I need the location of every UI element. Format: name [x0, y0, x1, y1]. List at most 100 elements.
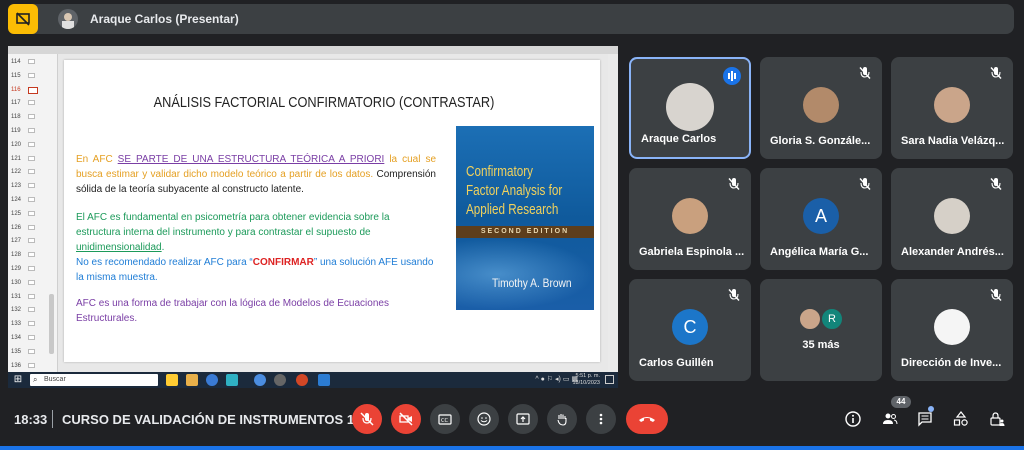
host-controls-button[interactable]	[986, 408, 1008, 430]
ppt-window-strip	[8, 46, 618, 54]
participant-avatar	[934, 198, 970, 234]
slide-number: 131	[11, 293, 22, 300]
raise-hand-button[interactable]	[547, 404, 577, 434]
search-placeholder: Buscar	[44, 376, 66, 383]
windows-clock[interactable]: 5:51 p. m. 18/10/2023	[572, 373, 600, 387]
mic-muted-icon	[989, 288, 1005, 304]
clock-date: 18/10/2023	[572, 380, 600, 386]
powerpoint-icon[interactable]	[296, 374, 308, 386]
book-title-line: Confirmatory	[466, 163, 533, 180]
slide-thumbnail-row[interactable]: 116	[8, 84, 58, 97]
slide-thumbnail-panel[interactable]: 114 115 116 117 118 119 120 121 122 123 124 125 126 1…	[8, 54, 58, 372]
reactions-button[interactable]	[469, 404, 499, 434]
mic-muted-icon	[989, 177, 1005, 193]
p1-text-highlight: SE PARTE DE UNA ESTRUCTURA TEÓRICA A PRI…	[117, 154, 385, 165]
participant-tile[interactable]: C Carlos Guillén	[629, 279, 751, 381]
slide-number: 119	[11, 128, 21, 134]
participant-name: Angélica María G...	[770, 246, 869, 258]
screen-bottom-edge	[0, 446, 1024, 450]
more-options-button[interactable]	[586, 404, 616, 434]
slide-thumbnail-row[interactable]: 130	[8, 277, 58, 290]
activities-button[interactable]	[950, 408, 972, 430]
slide-number: 136	[11, 362, 22, 369]
slide-thumbnail-row[interactable]: 125	[8, 208, 58, 221]
slide-thumbnail-row[interactable]: 126	[8, 222, 58, 235]
captions-icon: CC	[438, 414, 452, 425]
app-icon[interactable]	[274, 374, 286, 386]
mic-muted-icon	[858, 66, 874, 82]
meeting-info-button[interactable]	[842, 408, 864, 430]
participant-tile[interactable]: Gloria S. Gonzále...	[760, 57, 882, 159]
participant-tile[interactable]: A Angélica María G...	[760, 168, 882, 270]
chrome-icon[interactable]	[166, 374, 178, 386]
slide-thumbnail	[28, 307, 35, 313]
p3-text-a: No es recomendado realizar AFC para “	[76, 257, 253, 268]
slide-number: 132	[11, 307, 22, 314]
slide-thumbnail-row[interactable]: 127	[8, 235, 58, 248]
p2-text-underline: unidimensionalidad	[76, 242, 162, 253]
participant-avatar	[672, 198, 708, 234]
thumbnail-scrollbar[interactable]	[49, 294, 54, 354]
slide-thumbnail-row[interactable]: 115	[8, 70, 58, 83]
app-icon[interactable]	[206, 374, 218, 386]
present-button[interactable]	[508, 404, 538, 434]
app-icon[interactable]	[226, 374, 238, 386]
slide-thumbnail-row[interactable]: 118	[8, 111, 58, 124]
emoji-icon	[477, 412, 491, 426]
slide-scrollbar[interactable]	[608, 54, 618, 372]
notification-icon[interactable]	[605, 375, 614, 384]
app-icon[interactable]	[254, 374, 266, 386]
more-participants-label: 35 más	[802, 339, 840, 351]
slide-thumbnail-row[interactable]: 123	[8, 180, 58, 193]
slide-number: 115	[11, 72, 21, 79]
participant-tile[interactable]: Araque Carlos	[629, 57, 751, 159]
file-explorer-icon[interactable]	[186, 374, 198, 386]
participant-avatar	[666, 83, 714, 131]
speaking-indicator-icon	[723, 67, 741, 85]
chat-button[interactable]	[914, 408, 936, 430]
slide-thumbnail-row[interactable]: 119	[8, 125, 58, 138]
presenter-bar: Araque Carlos (Presentar)	[8, 4, 1014, 34]
slide-thumbnail	[28, 72, 35, 78]
camera-off-button[interactable]	[391, 404, 421, 434]
present-icon	[516, 413, 530, 425]
captions-button[interactable]: CC	[430, 404, 460, 434]
slide-thumbnail-row[interactable]: 117	[8, 97, 58, 110]
slide-thumbnail-row[interactable]: 122	[8, 166, 58, 179]
slide-number: 128	[11, 252, 22, 259]
slide-thumbnail-row[interactable]: 124	[8, 194, 58, 207]
slide-thumbnail	[28, 266, 35, 271]
slide-thumbnail	[28, 155, 35, 161]
participant-tile[interactable]: Alexander Andrés...	[891, 168, 1013, 270]
slide-thumbnail-row[interactable]: 128	[8, 249, 58, 262]
app-icon[interactable]	[318, 374, 330, 386]
slide-thumbnail	[28, 100, 35, 106]
participant-tile[interactable]: Dirección de Inve...	[891, 279, 1013, 381]
mic-off-button[interactable]	[352, 404, 382, 434]
participant-tile[interactable]: Gabriela Espinola ...	[629, 168, 751, 270]
people-button[interactable]	[879, 408, 901, 430]
windows-start-icon[interactable]: ⊞	[12, 374, 24, 386]
search-icon: ⌕	[33, 375, 38, 384]
stop-presenting-icon[interactable]	[8, 4, 38, 34]
presentation-slide: ANÁLISIS FACTORIAL CONFIRMATORIO (CONTRA…	[64, 60, 600, 362]
participant-tile[interactable]: R 35 más	[760, 279, 882, 381]
slide-thumbnail-row[interactable]: 114	[8, 56, 58, 69]
slide-thumbnail-row[interactable]: 136	[8, 360, 58, 373]
people-icon	[883, 413, 898, 425]
participant-tile[interactable]: Sara Nadia Velázq...	[891, 57, 1013, 159]
slide-thumbnail-row[interactable]: 120	[8, 139, 58, 152]
leave-call-button[interactable]	[626, 404, 668, 434]
participant-name: Gloria S. Gonzále...	[770, 135, 871, 147]
windows-search-input[interactable]: ⌕ Buscar	[30, 374, 158, 386]
overflow-avatar	[798, 307, 822, 331]
slide-number: 114	[11, 59, 21, 65]
participant-avatar	[934, 87, 970, 123]
p2-text-a: El AFC es fundamental en psicometría par…	[76, 212, 390, 238]
presenter-label: Araque Carlos (Presentar)	[90, 12, 239, 26]
participant-name: Carlos Guillén	[639, 357, 714, 369]
slide-number: 121	[11, 155, 22, 162]
mic-muted-icon	[989, 66, 1005, 82]
slide-thumbnail-row[interactable]: 121	[8, 153, 58, 166]
slide-thumbnail-row[interactable]: 129	[8, 263, 58, 276]
